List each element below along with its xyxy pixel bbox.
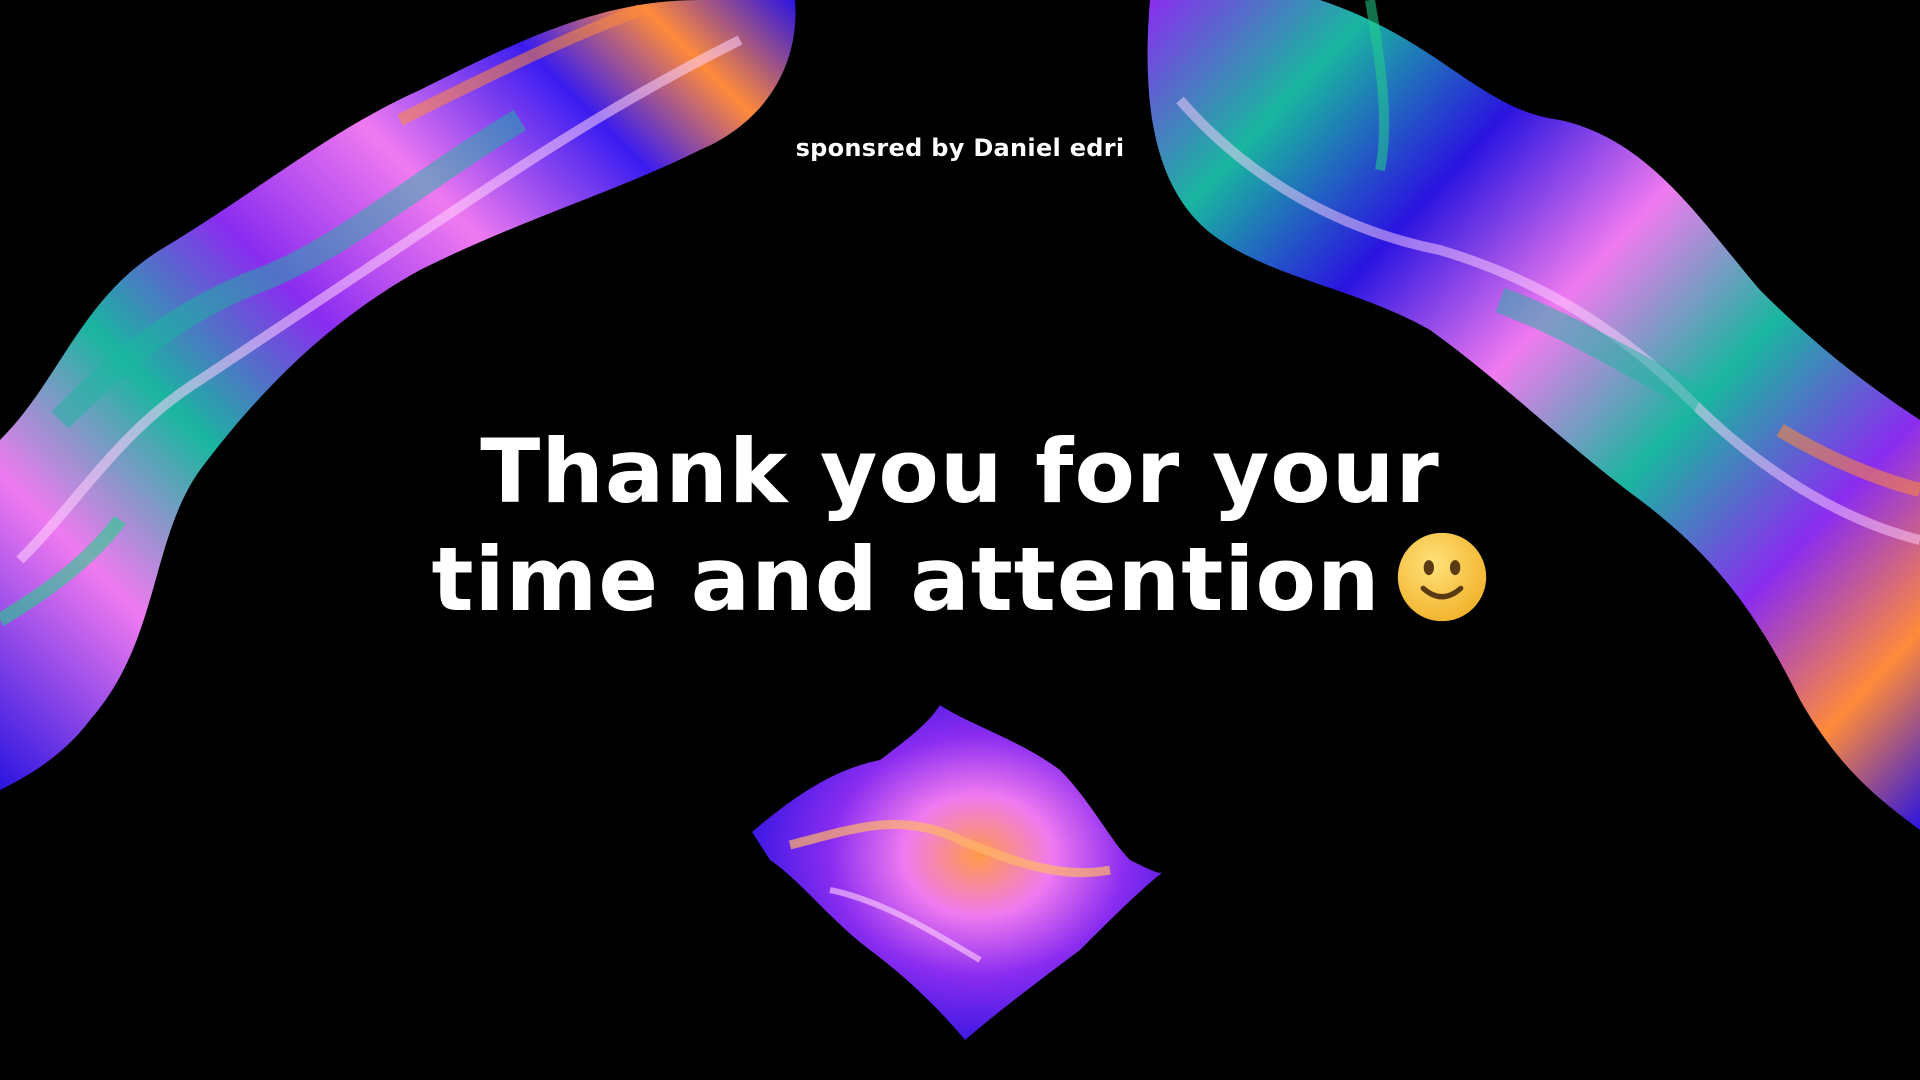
heading-line-2: time and attention [431, 528, 1381, 631]
slide: sponsred by Daniel edri Thank you for yo… [0, 0, 1920, 1080]
heading-line-2-wrapper: time and attention [0, 526, 1920, 634]
thank-you-heading: Thank you for your time and attention [0, 418, 1920, 634]
sponsor-caption: sponsred by Daniel edri [795, 134, 1125, 162]
smiling-face-icon [1397, 532, 1486, 622]
heading-line-1: Thank you for your [480, 420, 1440, 523]
